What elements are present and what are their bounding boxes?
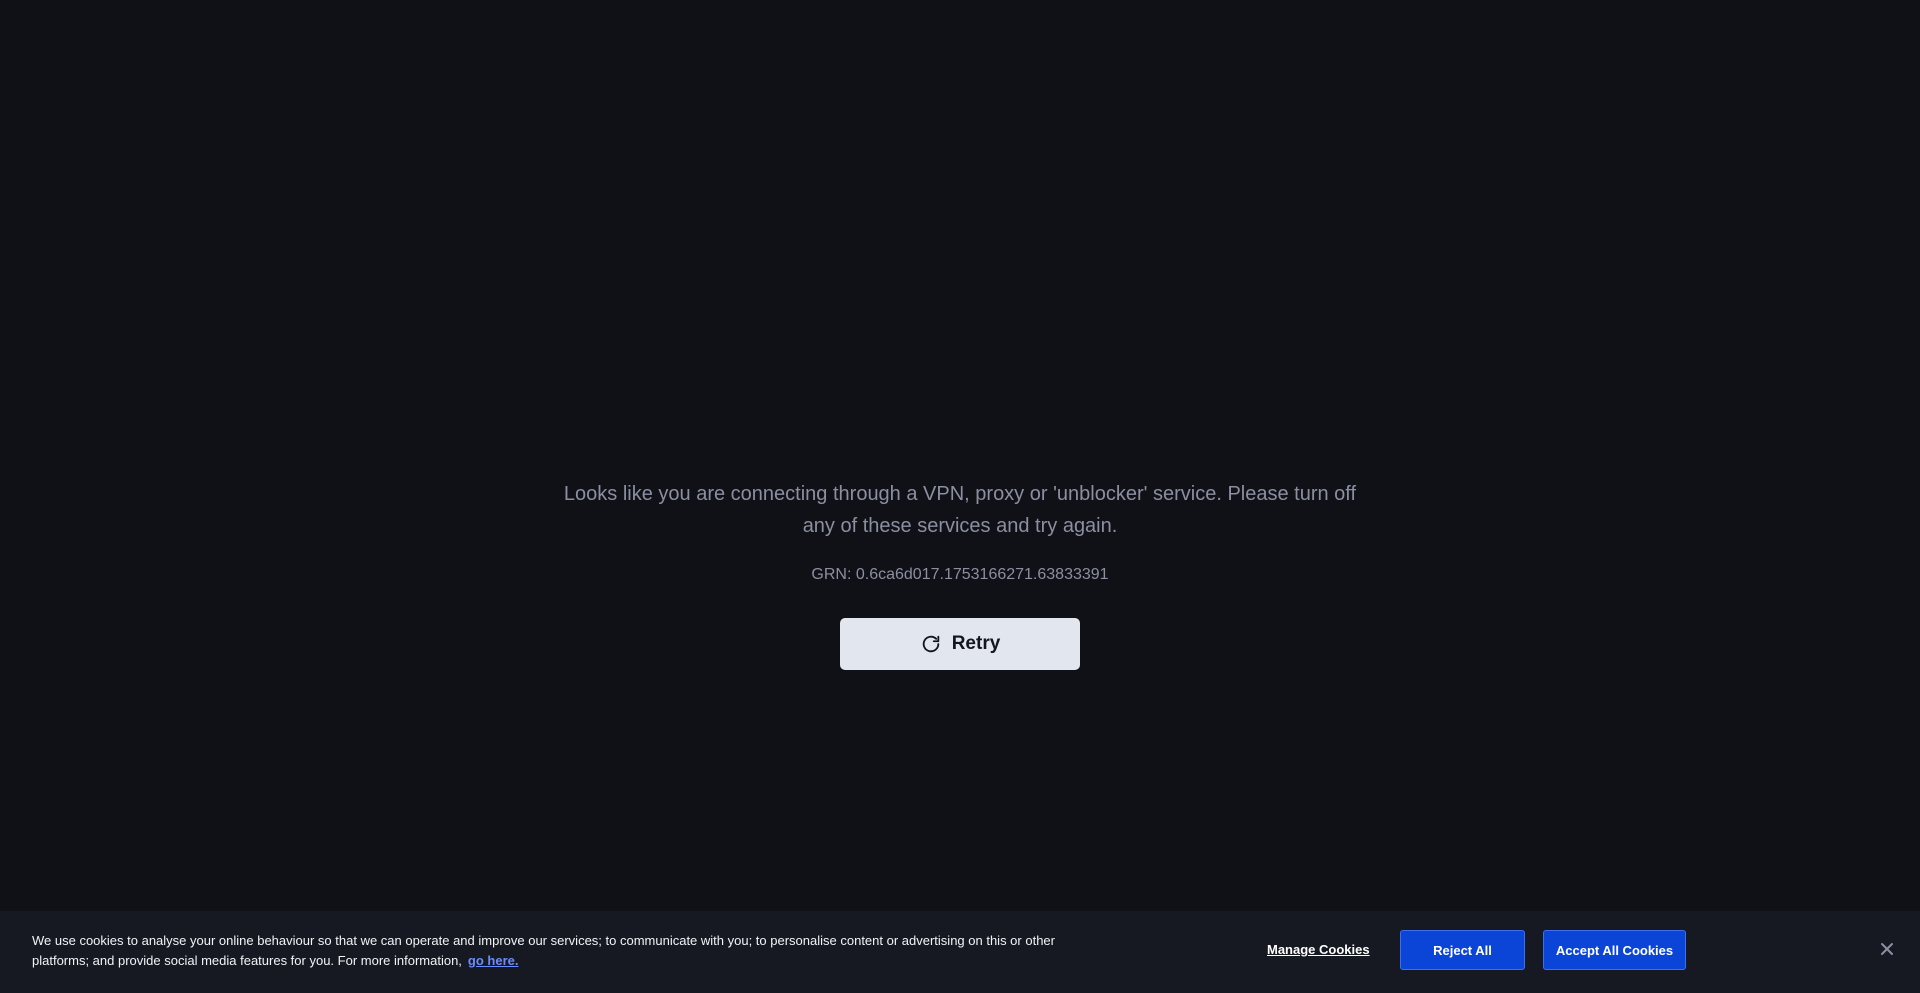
error-message: Looks like you are connecting through a … <box>563 483 1357 537</box>
page: Looks like you are connecting through a … <box>0 0 1920 993</box>
cookie-description: We use cookies to analyse your online be… <box>32 933 1055 968</box>
refresh-icon <box>922 635 939 653</box>
accept-all-cookies-button[interactable]: Accept All Cookies <box>1543 930 1686 970</box>
retry-label: Retry <box>951 633 1001 654</box>
manage-cookies-button[interactable]: Manage Cookies <box>1267 942 1370 957</box>
reject-all-button[interactable]: Reject All <box>1400 930 1525 970</box>
grn-code: GRN: 0.6ca6d017.1753166271.63833391 <box>811 566 1109 583</box>
cookie-text-block: We use cookies to analyse your online be… <box>32 931 1062 971</box>
close-icon[interactable] <box>1877 939 1897 959</box>
retry-button[interactable]: Retry <box>840 618 1080 670</box>
cookie-more-info-link[interactable]: go here. <box>468 953 519 968</box>
cookie-banner: We use cookies to analyse your online be… <box>0 911 1920 993</box>
error-panel: Looks like you are connecting through a … <box>0 478 1920 670</box>
